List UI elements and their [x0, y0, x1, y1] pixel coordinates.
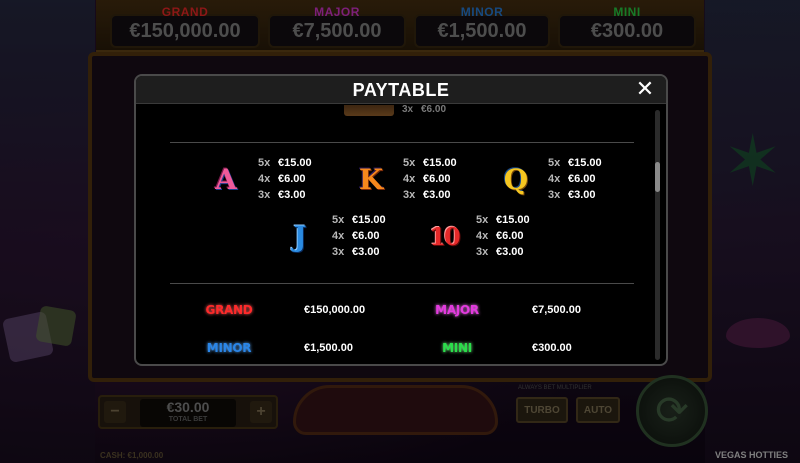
payout-value: €3.00	[423, 189, 451, 201]
payout-row: 5x €15.00	[332, 212, 412, 228]
payout-value: €6.00	[568, 173, 596, 185]
payout-multiplier: 4x	[548, 173, 561, 185]
grand-value: €150,000.00	[304, 304, 366, 316]
payout-multiplier: 3x	[403, 189, 416, 201]
payout-multiplier: 5x	[403, 157, 416, 169]
payout-row: 3x €3.00	[403, 187, 483, 203]
paytable-symbol-10: 10 5x €15.00 4x €6.00 3x €3.00	[424, 212, 554, 262]
payout-multiplier: 3x	[332, 246, 345, 258]
mini-label: MINI	[442, 341, 472, 355]
payout-value: €3.00	[352, 246, 380, 258]
payout-multiplier: 3x	[258, 189, 271, 201]
close-icon[interactable]: ✕	[634, 78, 656, 100]
payout-value: €15.00	[496, 214, 530, 226]
payout-multiplier: 3x	[476, 246, 489, 258]
payout-value: €3.00	[568, 189, 596, 201]
payout-multiplier: 5x	[332, 214, 345, 226]
payout-row: 4x €6.00	[332, 228, 412, 244]
paytable-content[interactable]: 3x €6.00 A 5x €15.00 4x €6.00 3x €3.00 K 5x…	[136, 105, 654, 364]
paytable-symbol-a: A 5x €15.00 4x €6.00 3x €3.00	[206, 155, 336, 205]
payout-value: €6.00	[496, 230, 524, 242]
symbol-10-icon: 10	[429, 221, 460, 251]
payout-value: €15.00	[352, 214, 386, 226]
payout-list: 5x €15.00 4x €6.00 3x €3.00	[403, 155, 483, 203]
paytable-jackpot-minor: MINOR €1,500.00	[186, 341, 386, 359]
payout-value: €6.00	[423, 173, 451, 185]
grand-label: GRAND	[205, 303, 253, 317]
payout-row: 4x €6.00	[548, 171, 628, 187]
payout-list: 5x €15.00 4x €6.00 3x €3.00	[258, 155, 338, 203]
payout-value: €3.00	[278, 189, 306, 201]
payout-multiplier: 3x	[548, 189, 561, 201]
symbol-q-icon: Q	[503, 162, 529, 196]
payout-value: €3.00	[496, 246, 524, 258]
payout-row: 3x €3.00	[476, 244, 556, 260]
payout-value: €15.00	[278, 157, 312, 169]
previous-symbol-image	[344, 105, 394, 116]
previous-symbol-row: 3x €6.00	[344, 105, 464, 118]
paytable-dialog: PAYTABLE ✕ 3x €6.00 A 5x €15.00 4x €6.00 3…	[134, 74, 668, 366]
payout-row: 4x €6.00	[476, 228, 556, 244]
paytable-symbol-q: Q 5x €15.00 4x €6.00 3x €3.00	[496, 155, 626, 205]
paytable-scrollbar[interactable]	[655, 110, 660, 360]
payout-row: 5x €15.00	[548, 155, 628, 171]
payout-row: 4x €6.00	[403, 171, 483, 187]
symbol-a-icon: A	[215, 162, 237, 196]
payout-multiplier: 4x	[258, 173, 271, 185]
payout-value: €15.00	[423, 157, 457, 169]
payout-value: €6.00	[278, 173, 306, 185]
payout-multiplier: 5x	[258, 157, 271, 169]
payout-list: 5x €15.00 4x €6.00 3x €3.00	[548, 155, 628, 203]
payout-row: 4x €6.00	[258, 171, 338, 187]
paytable-header: PAYTABLE ✕	[136, 76, 666, 104]
symbol-j-icon: J	[293, 219, 307, 253]
paytable-symbol-j: J 5x €15.00 4x €6.00 3x €3.00	[280, 212, 410, 262]
payout-value: €6.00	[352, 230, 380, 242]
minor-label: MINOR	[206, 341, 252, 355]
previous-payout: €6.00	[421, 105, 447, 115]
payout-multiplier: 5x	[476, 214, 489, 226]
payout-multiplier: 5x	[548, 157, 561, 169]
paytable-title: PAYTABLE	[352, 80, 450, 100]
payout-row: 5x €15.00	[476, 212, 556, 228]
payout-multiplier: 4x	[403, 173, 416, 185]
payout-row: 3x €3.00	[548, 187, 628, 203]
payout-list: 5x €15.00 4x €6.00 3x €3.00	[476, 212, 556, 260]
section-divider	[170, 142, 634, 143]
payout-value: €15.00	[568, 157, 602, 169]
payout-row: 3x €3.00	[332, 244, 412, 260]
previous-multiplier: 3x	[402, 105, 414, 115]
section-divider	[170, 283, 634, 284]
paytable-jackpot-mini: MINI €300.00	[414, 341, 614, 359]
paytable-jackpot-major: MAJOR €7,500.00	[414, 303, 614, 321]
payout-multiplier: 4x	[476, 230, 489, 242]
scrollbar-thumb[interactable]	[655, 162, 660, 192]
payout-row: 5x €15.00	[403, 155, 483, 171]
payout-row: 5x €15.00	[258, 155, 338, 171]
paytable-jackpot-grand: GRAND €150,000.00	[186, 303, 386, 321]
major-value: €7,500.00	[532, 304, 581, 316]
mini-value: €300.00	[532, 342, 572, 354]
major-label: MAJOR	[435, 303, 479, 317]
payout-row: 3x €3.00	[258, 187, 338, 203]
paytable-symbol-k: K 5x €15.00 4x €6.00 3x €3.00	[351, 155, 481, 205]
payout-list: 5x €15.00 4x €6.00 3x €3.00	[332, 212, 412, 260]
symbol-k-icon: K	[358, 162, 384, 196]
payout-multiplier: 4x	[332, 230, 345, 242]
minor-value: €1,500.00	[304, 342, 353, 354]
